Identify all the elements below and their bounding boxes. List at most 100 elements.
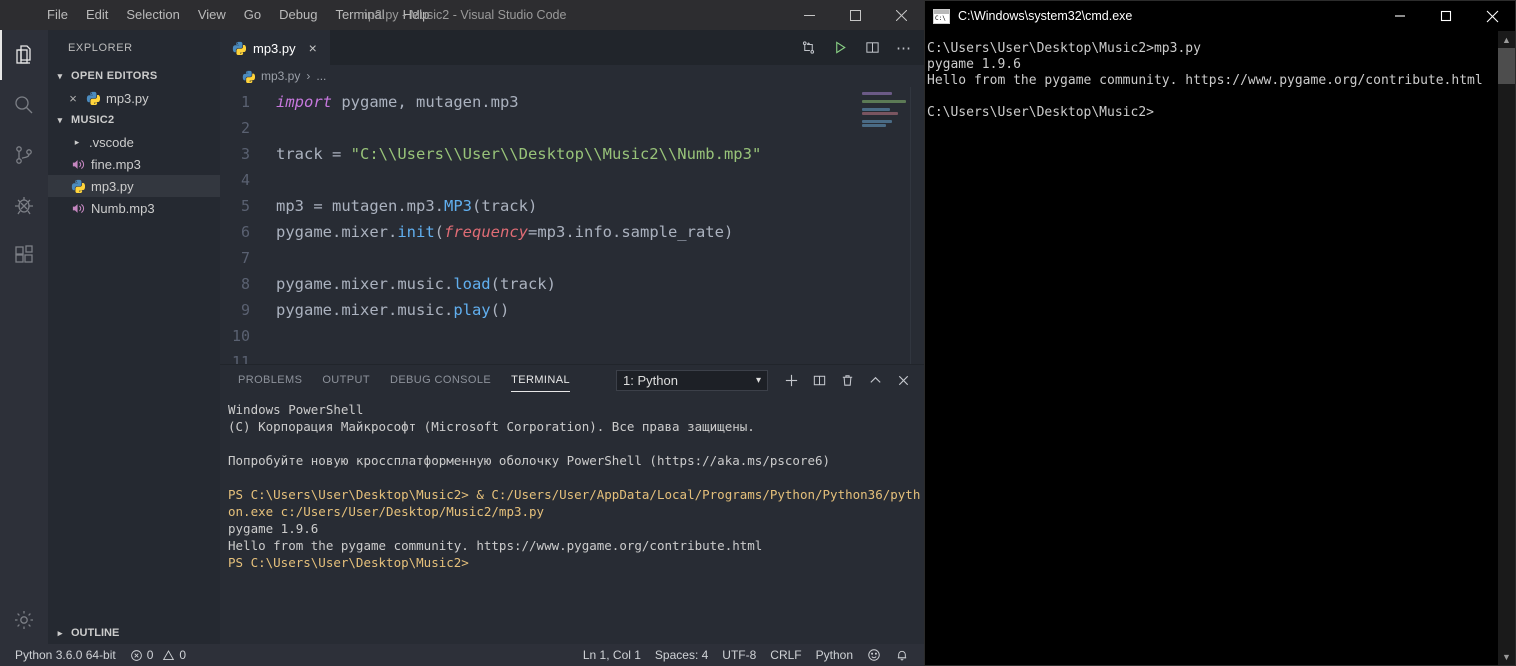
minimize-icon[interactable] [1377, 1, 1423, 31]
breadcrumb-rest[interactable]: ... [316, 69, 326, 83]
breadcrumb-separator: › [306, 69, 311, 83]
python-icon [242, 70, 255, 83]
close-icon[interactable] [878, 0, 924, 30]
gear-icon[interactable] [0, 596, 48, 644]
status-indentation[interactable]: Spaces: 4 [648, 644, 715, 666]
terminal-line: Hello from the pygame community. https:/… [228, 538, 763, 553]
sidebar-item-source-control[interactable] [0, 130, 48, 180]
kill-terminal-icon[interactable] [834, 367, 860, 393]
cmd-line: C:\Users\User\Desktop\Music2>mp3.py [927, 41, 1201, 56]
smiley-icon[interactable] [860, 644, 888, 666]
tree-item-fine-mp3[interactable]: fine.mp3 [48, 153, 220, 175]
bell-icon[interactable] [888, 644, 916, 666]
status-encoding[interactable]: UTF-8 [715, 644, 763, 666]
breadcrumb-file[interactable]: mp3.py [261, 69, 300, 83]
minimize-icon[interactable] [786, 0, 832, 30]
tab-label: mp3.py [253, 40, 296, 56]
status-problems[interactable]: 0 0 [123, 644, 193, 666]
cmd-output[interactable]: C:\Users\User\Desktop\Music2>mp3.py pygam… [925, 31, 1498, 665]
tab-debug-console[interactable]: DEBUG CONSOLE [380, 365, 501, 395]
code-line: 11 [220, 349, 924, 364]
close-icon[interactable]: × [309, 40, 317, 56]
run-play-icon[interactable] [826, 34, 854, 62]
close-icon[interactable]: × [66, 91, 80, 106]
status-cursor-position[interactable]: Ln 1, Col 1 [576, 644, 648, 666]
code-line: 10 [220, 323, 924, 349]
menu-debug[interactable]: Debug [270, 3, 326, 27]
error-count: 0 [146, 648, 154, 662]
outline-section-header[interactable]: ▸ OUTLINE [48, 622, 220, 644]
code-line: 4 [220, 167, 924, 193]
menu-terminal[interactable]: Terminal [326, 3, 393, 27]
line-number: 6 [240, 223, 250, 241]
split-editor-icon[interactable] [858, 34, 886, 62]
folder-header-music2[interactable]: ▾ MUSIC2 [48, 109, 220, 131]
terminal-line: pygame 1.9.6 [228, 521, 319, 536]
tab-problems[interactable]: PROBLEMS [228, 365, 312, 395]
chevron-right-icon: ▸ [74, 136, 80, 147]
tab-mp3-py[interactable]: mp3.py × [220, 30, 330, 65]
maximize-icon[interactable] [1423, 1, 1469, 31]
sidebar-item-search[interactable] [0, 80, 48, 130]
run-config-icon[interactable] [794, 34, 822, 62]
python-icon [232, 41, 246, 55]
status-eol[interactable]: CRLF [763, 644, 808, 666]
vscode-window: File Edit Selection View Go Debug Termin… [0, 0, 924, 666]
open-editors-header[interactable]: ▾ OPEN EDITORS [48, 65, 220, 87]
menu-view[interactable]: View [189, 3, 235, 27]
more-actions-icon[interactable]: ⋯ [890, 34, 918, 62]
tree-item-mp3-py[interactable]: mp3.py [48, 175, 220, 197]
minimap-line [862, 100, 906, 103]
tab-terminal[interactable]: TERMINAL [501, 365, 580, 395]
code-line: 5 mp3 = mutagen.mp3.MP3(track) [220, 193, 924, 219]
maximize-icon[interactable] [832, 0, 878, 30]
sidebar-item-debug[interactable] [0, 180, 48, 230]
tab-output[interactable]: OUTPUT [312, 365, 380, 395]
open-editor-item-mp3py[interactable]: × mp3.py [48, 87, 220, 109]
menu-file[interactable]: File [38, 3, 77, 27]
breadcrumb[interactable]: mp3.py › ... [220, 65, 924, 87]
tree-item-numb-mp3[interactable]: Numb.mp3 [48, 197, 220, 219]
minimap-line [862, 92, 892, 95]
tree-item-vscode-folder[interactable]: ▸ .vscode [48, 131, 220, 153]
sidebar-item-explorer[interactable] [0, 30, 48, 80]
maximize-panel-icon[interactable] [862, 367, 888, 393]
terminal-selector[interactable]: 1: Python ▾ [616, 369, 768, 391]
status-python-version[interactable]: Python 3.6.0 64-bit [8, 644, 123, 666]
new-terminal-icon[interactable] [778, 367, 804, 393]
sidebar-item-extensions[interactable] [0, 230, 48, 280]
line-number: 10 [231, 327, 250, 345]
cmd-scrollbar[interactable]: ▲ ▼ [1498, 31, 1515, 665]
scrollbar-thumb[interactable] [1498, 48, 1515, 84]
minimap-line [862, 112, 898, 115]
line-number: 5 [240, 197, 250, 215]
close-panel-icon[interactable] [890, 367, 916, 393]
split-terminal-icon[interactable] [806, 367, 832, 393]
status-bar: Python 3.6.0 64-bit 0 0 Ln 1, Col 1 Spac… [0, 644, 924, 666]
scroll-down-icon[interactable]: ▼ [1498, 648, 1515, 665]
code-lines: 1 import pygame, mutagen.mp3 2 3 track = "C:… [220, 87, 924, 364]
line-number: 4 [240, 171, 250, 189]
terminal-output[interactable]: Windows PowerShell (C) Корпорация Майкрос… [220, 395, 924, 644]
menu-help[interactable]: Help [394, 3, 439, 27]
menu-selection[interactable]: Selection [117, 3, 188, 27]
minimap[interactable] [858, 87, 910, 364]
editor-actions: ⋯ [794, 30, 918, 65]
line-number: 8 [240, 275, 250, 293]
code-editor[interactable]: 1 import pygame, mutagen.mp3 2 3 track = "C:… [220, 87, 924, 364]
panel-tabs: PROBLEMS OUTPUT DEBUG CONSOLE TERMINAL 1… [220, 365, 924, 395]
menu-edit[interactable]: Edit [77, 3, 117, 27]
editor-scrollbar[interactable] [910, 87, 924, 364]
window-controls [786, 0, 924, 30]
tree-item-label: fine.mp3 [91, 156, 141, 172]
scroll-up-icon[interactable]: ▲ [1498, 31, 1515, 48]
cmd-line [927, 89, 1498, 105]
tree-item-label: Numb.mp3 [91, 200, 155, 216]
line-number: 11 [231, 353, 250, 364]
close-icon[interactable] [1469, 1, 1515, 31]
menu-bar: File Edit Selection View Go Debug Termin… [0, 3, 438, 27]
status-language-mode[interactable]: Python [809, 644, 860, 666]
menu-go[interactable]: Go [235, 3, 270, 27]
